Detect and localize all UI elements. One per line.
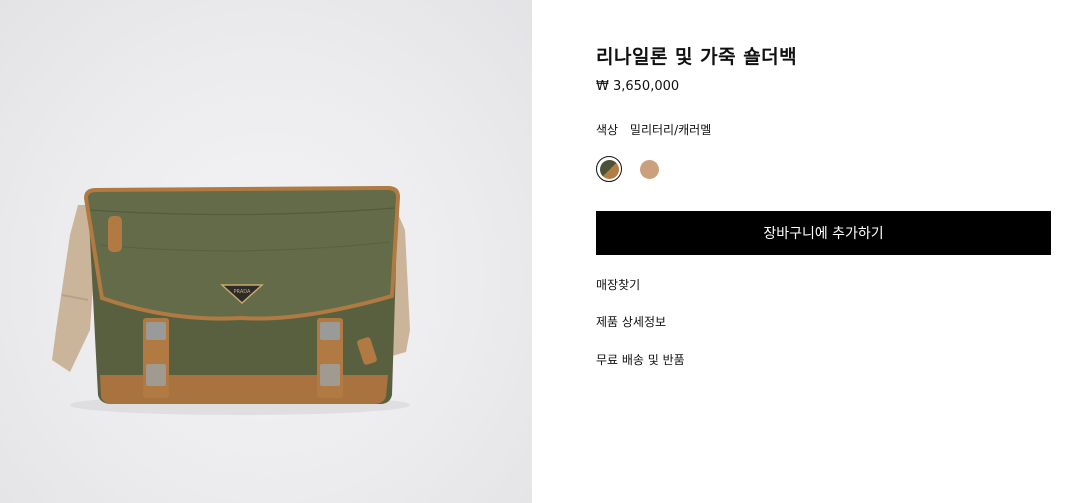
product-title: 리나일론 및 가죽 숄더백 bbox=[596, 46, 798, 68]
color-selector-label: 색상 밀리터리/캐러멜 bbox=[596, 121, 711, 138]
shipping-returns-link[interactable]: 무료 배송 및 반품 bbox=[596, 351, 685, 368]
product-price: ₩ 3,650,000 bbox=[596, 79, 680, 94]
product-image: PRADA bbox=[52, 185, 410, 415]
swatch-military-caramel-dot bbox=[599, 159, 619, 179]
swatch-camel-dot bbox=[639, 159, 659, 179]
find-store-link[interactable]: 매장찾기 bbox=[596, 276, 640, 293]
color-label: 색상 bbox=[596, 123, 619, 137]
swatch-military-caramel[interactable] bbox=[596, 156, 622, 182]
selected-color-name: 밀리터리/캐러멜 bbox=[629, 123, 712, 137]
add-to-cart-button[interactable]: 장바구니에 추가하기 bbox=[596, 211, 1051, 255]
product-details-link[interactable]: 제품 상세정보 bbox=[596, 313, 666, 330]
swatch-camel[interactable] bbox=[636, 156, 662, 182]
color-swatches bbox=[596, 156, 662, 182]
product-image-gallery: PRADA bbox=[0, 0, 532, 503]
svg-text:PRADA: PRADA bbox=[234, 289, 251, 295]
